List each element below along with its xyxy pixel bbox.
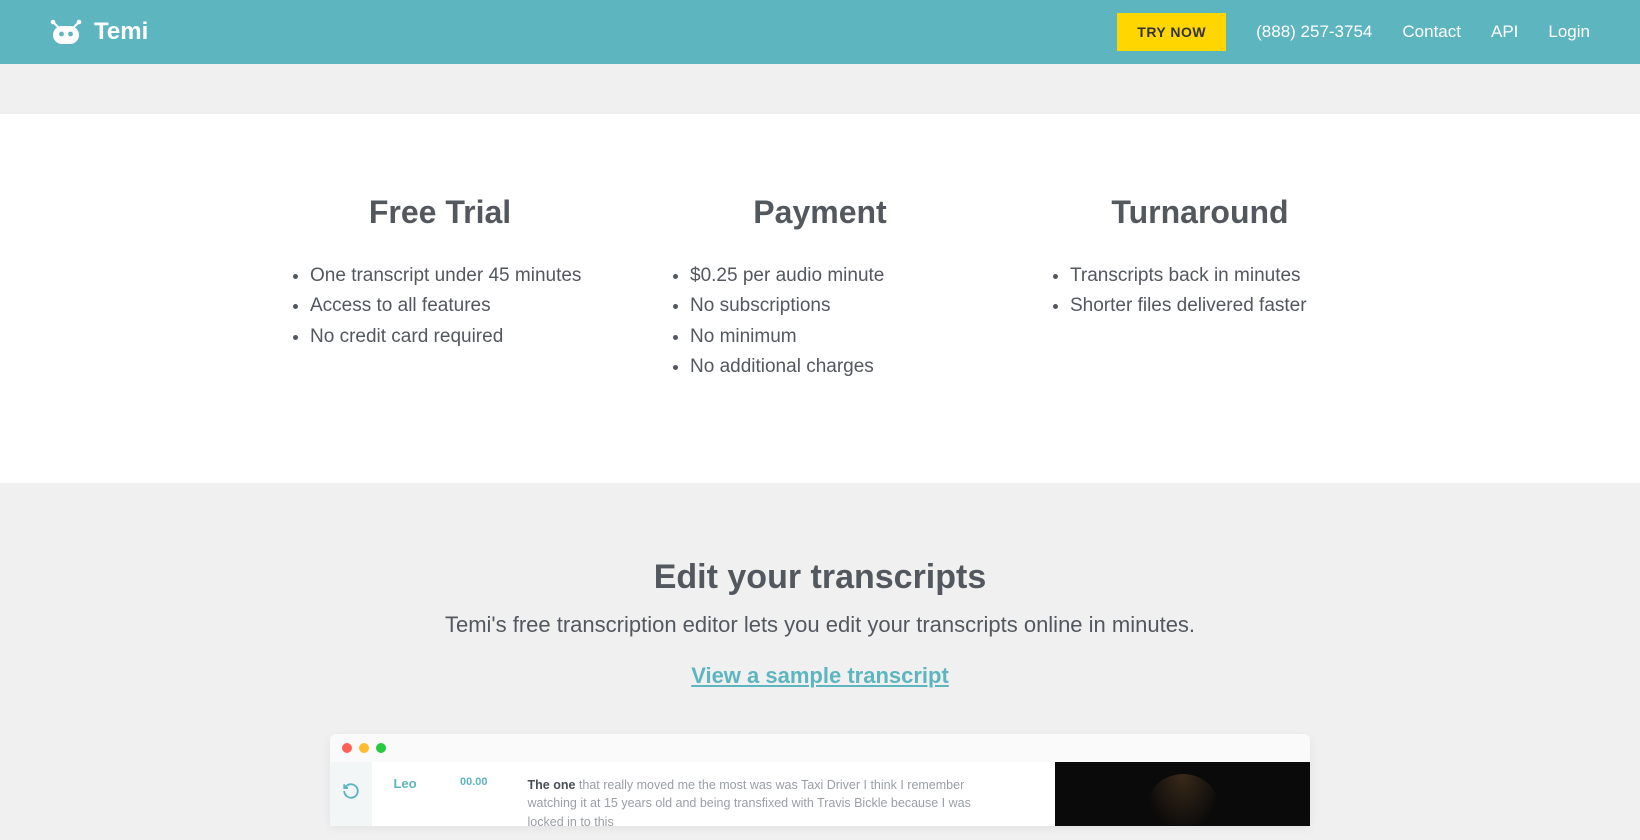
list-item: Access to all features [310, 291, 590, 321]
feature-title: Payment [670, 194, 970, 231]
feature-title: Free Trial [290, 194, 590, 231]
window-controls [330, 734, 1310, 762]
nav-api[interactable]: API [1491, 22, 1518, 42]
editor-main: Leo 00.00 The one that really moved me t… [372, 762, 1055, 826]
timestamp-label: 00.00 [460, 776, 488, 788]
feature-title: Turnaround [1050, 194, 1350, 231]
video-thumbnail [1055, 762, 1310, 826]
list-item: No additional charges [690, 352, 970, 382]
window-minimize-icon [359, 743, 369, 753]
window-close-icon [342, 743, 352, 753]
edit-subtitle: Temi's free transcription editor lets yo… [0, 612, 1640, 638]
list-item: Shorter files delivered faster [1070, 291, 1350, 321]
temi-logo-icon [50, 19, 82, 45]
view-sample-link[interactable]: View a sample transcript [691, 663, 949, 688]
list-item: Transcripts back in minutes [1070, 261, 1350, 291]
list-item: One transcript under 45 minutes [310, 261, 590, 291]
person-silhouette [1148, 774, 1218, 826]
list-item: No credit card required [310, 322, 590, 352]
nav-contact[interactable]: Contact [1402, 22, 1461, 42]
transcript-lead: The one [528, 778, 576, 792]
edit-title: Edit your transcripts [0, 558, 1640, 597]
feature-list: $0.25 per audio minute No subscriptions … [670, 261, 970, 383]
features-section: Free Trial One transcript under 45 minut… [0, 114, 1640, 483]
edit-section: Edit your transcripts Temi's free transc… [0, 483, 1640, 826]
phone-link[interactable]: (888) 257-3754 [1256, 22, 1372, 42]
feature-list: One transcript under 45 minutes Access t… [290, 261, 590, 352]
features-container: Free Trial One transcript under 45 minut… [270, 194, 1370, 383]
nav-login[interactable]: Login [1548, 22, 1590, 42]
speaker-label: Leo [390, 776, 420, 791]
site-header: Temi TRY NOW (888) 257-3754 Contact API … [0, 0, 1640, 64]
feature-list: Transcripts back in minutes Shorter file… [1050, 261, 1350, 322]
feature-turnaround: Turnaround Transcripts back in minutes S… [1050, 194, 1350, 383]
feature-free-trial: Free Trial One transcript under 45 minut… [290, 194, 590, 383]
editor-preview: Leo 00.00 The one that really moved me t… [330, 734, 1310, 826]
editor-sidebar [330, 762, 372, 826]
logo-group[interactable]: Temi [50, 18, 148, 46]
window-maximize-icon [376, 743, 386, 753]
list-item: No minimum [690, 322, 970, 352]
top-nav: TRY NOW (888) 257-3754 Contact API Login [1117, 13, 1590, 51]
editor-body: Leo 00.00 The one that really moved me t… [330, 762, 1310, 826]
undo-icon[interactable] [342, 782, 360, 805]
try-now-button[interactable]: TRY NOW [1117, 13, 1226, 51]
transcript-text: The one that really moved me the most wa… [528, 776, 1008, 826]
feature-payment: Payment $0.25 per audio minute No subscr… [670, 194, 970, 383]
brand-name: Temi [94, 18, 148, 46]
spacer-band [0, 64, 1640, 114]
list-item: $0.25 per audio minute [690, 261, 970, 291]
transcript-rest: that really moved me the most was was Ta… [528, 778, 971, 826]
list-item: No subscriptions [690, 291, 970, 321]
